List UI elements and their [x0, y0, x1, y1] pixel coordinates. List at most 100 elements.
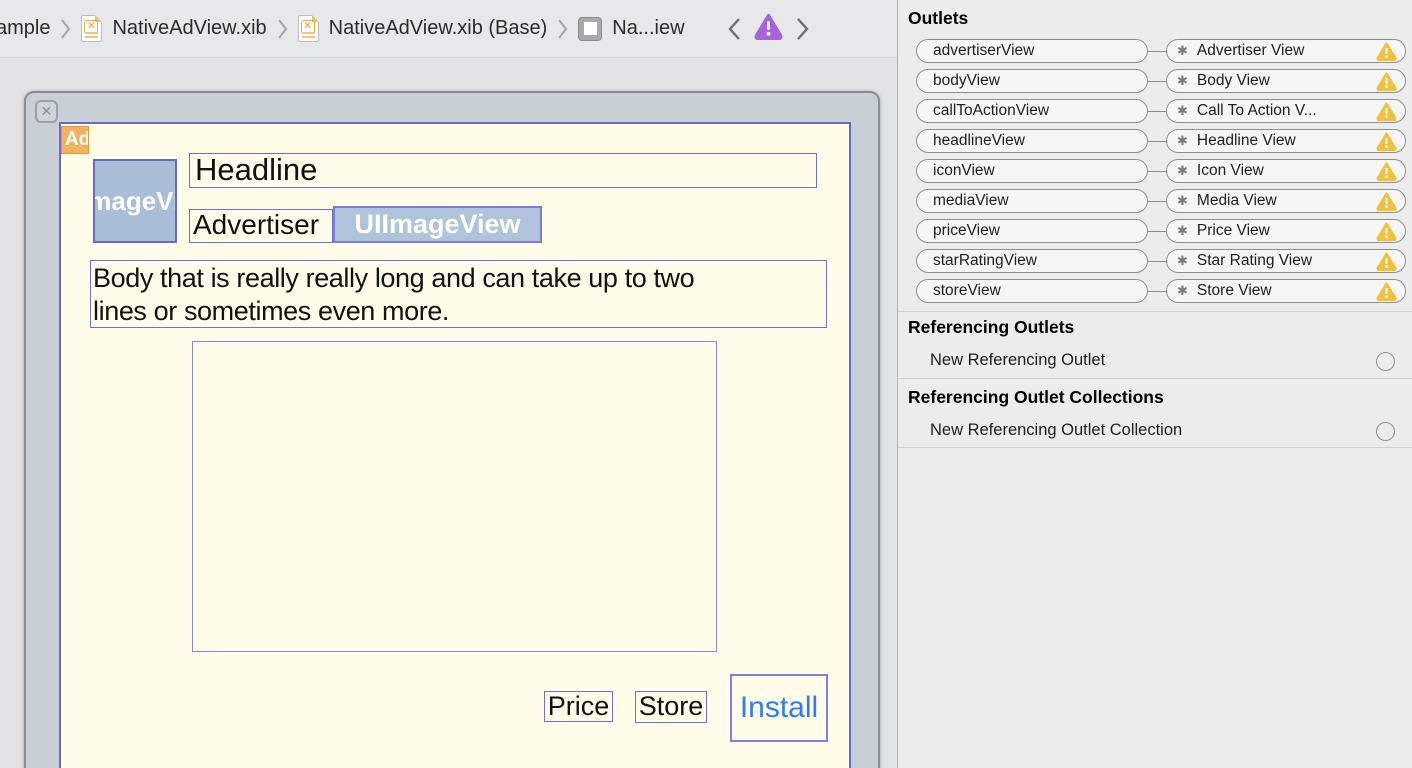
outlet-target-pill[interactable]: ✱ Icon View	[1166, 159, 1406, 183]
outlets-section-title: Outlets	[908, 8, 969, 28]
interface-warning-icon[interactable]	[754, 13, 783, 45]
warning-icon[interactable]	[1376, 161, 1397, 181]
outlet-source-label: starRatingView	[933, 252, 1037, 269]
outlet-source-label: headlineView	[933, 132, 1025, 149]
breadcrumb: xample ✕ NativeAdView.xib ✕ NativeAdView…	[0, 0, 897, 58]
outlet-source-label: callToActionView	[933, 102, 1050, 119]
outlet-target-pill[interactable]: ✱ Price View	[1166, 219, 1406, 243]
outlet-target-pill[interactable]: ✱ Star Rating View	[1166, 249, 1406, 273]
outlet-source-pill[interactable]: priceView	[916, 219, 1148, 243]
outlet-target-pill[interactable]: ✱ Call To Action V...	[1166, 99, 1406, 123]
new-referencing-outlet-row[interactable]: New Referencing Outlet	[930, 351, 1105, 370]
outlet-source-label: priceView	[933, 222, 1000, 239]
outlet-target-label: Store View	[1196, 282, 1272, 299]
outlet-target-label: Advertiser View	[1196, 42, 1305, 59]
outlet-source-label: bodyView	[933, 72, 1000, 89]
icon-view[interactable]: UIImageView	[93, 159, 177, 243]
warning-icon[interactable]	[1376, 101, 1397, 121]
outlet-source-pill[interactable]: headlineView	[916, 129, 1148, 153]
outlet-row-bodyView: bodyView ✱ Body View	[916, 69, 1408, 93]
connected-asterisk-icon: ✱	[1177, 253, 1188, 268]
star-rating-label: UIImageView	[354, 209, 521, 239]
connected-asterisk-icon: ✱	[1177, 223, 1188, 238]
section-divider	[898, 378, 1412, 379]
outlet-row-callToActionView: callToActionView ✱ Call To Action V...	[916, 99, 1408, 123]
outlet-source-label: mediaView	[933, 192, 1009, 209]
connection-line	[1148, 230, 1166, 232]
outlet-source-pill[interactable]: mediaView	[916, 189, 1148, 213]
media-view[interactable]	[192, 341, 717, 652]
outlet-row-headlineView: headlineView ✱ Headline View	[916, 129, 1408, 153]
new-referencing-outlet-collection-row[interactable]: New Referencing Outlet Collection	[930, 421, 1182, 440]
outlet-rows: advertiserView ✱ Advertiser View bodyVie…	[916, 39, 1408, 309]
advertiser-view[interactable]: Advertiser	[189, 209, 333, 243]
breadcrumb-item-xib[interactable]: NativeAdView.xib	[112, 17, 266, 40]
outlet-target-pill[interactable]: ✱ Store View	[1166, 279, 1406, 303]
forward-chevron-icon[interactable]	[795, 16, 810, 42]
connected-asterisk-icon: ✱	[1177, 283, 1188, 298]
outlet-target-label: Media View	[1196, 192, 1277, 209]
native-ad-view-root[interactable]: UIImageView Ad Headline Advertiser UIIma…	[59, 122, 851, 768]
outlet-source-pill[interactable]: advertiserView	[916, 39, 1148, 63]
outlet-source-pill[interactable]: storeView	[916, 279, 1148, 303]
referencing-outlet-collections-title: Referencing Outlet Collections	[908, 387, 1164, 407]
breadcrumb-item-view[interactable]: Na...iew	[612, 17, 684, 40]
connection-line	[1148, 140, 1166, 142]
back-chevron-icon[interactable]	[727, 16, 742, 42]
ad-badge[interactable]: Ad	[61, 126, 89, 154]
store-view[interactable]: Store	[635, 691, 707, 723]
warning-icon[interactable]	[1376, 251, 1397, 271]
connected-asterisk-icon: ✱	[1177, 193, 1188, 208]
outlet-source-pill[interactable]: callToActionView	[916, 99, 1148, 123]
outlet-source-pill[interactable]: iconView	[916, 159, 1148, 183]
outlet-row-starRatingView: starRatingView ✱ Star Rating View	[916, 249, 1408, 273]
chevron-right-icon	[277, 18, 288, 40]
call-to-action-view[interactable]: Install	[730, 674, 828, 742]
warning-icon[interactable]	[1376, 281, 1397, 301]
body-line-1: Body that is really really long and can …	[93, 263, 695, 293]
outlet-row-iconView: iconView ✱ Icon View	[916, 159, 1408, 183]
body-view[interactable]: Body that is really really long and can …	[90, 260, 827, 328]
close-icon[interactable]: ✕	[35, 100, 58, 123]
connected-asterisk-icon: ✱	[1177, 163, 1188, 178]
breadcrumb-item-xib-base[interactable]: NativeAdView.xib (Base)	[329, 17, 548, 40]
section-divider	[898, 311, 1412, 312]
outlet-source-pill[interactable]: bodyView	[916, 69, 1148, 93]
outlet-target-pill[interactable]: ✱ Body View	[1166, 69, 1406, 93]
warning-icon[interactable]	[1376, 191, 1397, 211]
connection-line	[1148, 50, 1166, 52]
xib-file-icon: ✕	[81, 15, 103, 42]
warning-icon[interactable]	[1376, 71, 1397, 91]
xib-canvas-window: ✕ UIImageView Ad Headline Advertiser UII…	[24, 91, 880, 768]
xcode-interface-builder: xample ✕ NativeAdView.xib ✕ NativeAdView…	[0, 0, 1412, 768]
outlet-target-label: Price View	[1196, 222, 1270, 239]
warning-icon[interactable]	[1376, 41, 1397, 61]
breadcrumb-item-example[interactable]: xample	[0, 17, 50, 40]
price-view[interactable]: Price	[544, 691, 613, 722]
connected-asterisk-icon: ✱	[1177, 103, 1188, 118]
connection-line	[1148, 110, 1166, 112]
chevron-right-icon	[60, 18, 71, 40]
connection-line	[1148, 80, 1166, 82]
outlet-target-label: Body View	[1196, 72, 1270, 89]
icon-view-label: UIImageView	[95, 185, 175, 216]
warning-icon[interactable]	[1376, 131, 1397, 151]
outlet-target-pill[interactable]: ✱ Headline View	[1166, 129, 1406, 153]
chevron-right-icon	[557, 18, 568, 40]
outlet-source-pill[interactable]: starRatingView	[916, 249, 1148, 273]
connected-asterisk-icon: ✱	[1177, 133, 1188, 148]
outlet-target-pill[interactable]: ✱ Advertiser View	[1166, 39, 1406, 63]
connection-well[interactable]	[1376, 352, 1395, 371]
outlet-row-mediaView: mediaView ✱ Media View	[916, 189, 1408, 213]
outlet-target-pill[interactable]: ✱ Media View	[1166, 189, 1406, 213]
outlet-row-priceView: priceView ✱ Price View	[916, 219, 1408, 243]
outlet-source-label: advertiserView	[933, 42, 1035, 59]
connected-asterisk-icon: ✱	[1177, 43, 1188, 58]
outlet-target-label: Headline View	[1196, 132, 1296, 149]
connected-asterisk-icon: ✱	[1177, 73, 1188, 88]
star-rating-view[interactable]: UIImageView	[333, 206, 542, 243]
connection-well[interactable]	[1376, 422, 1395, 441]
outlet-source-label: iconView	[933, 162, 995, 179]
warning-icon[interactable]	[1376, 221, 1397, 241]
headline-view[interactable]: Headline	[189, 153, 817, 188]
